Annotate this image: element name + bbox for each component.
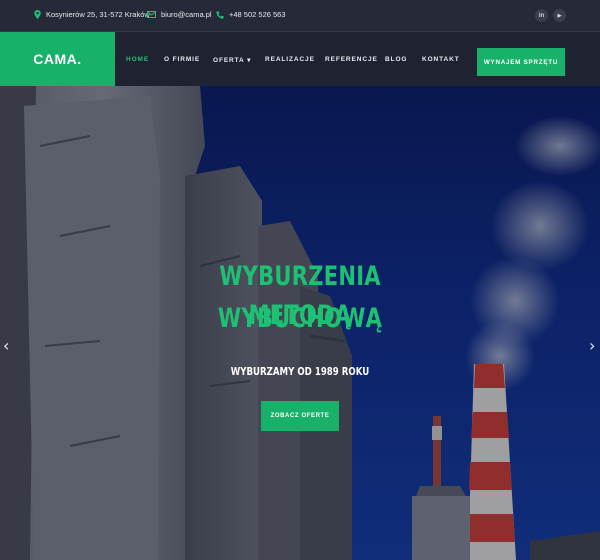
slider-next-arrow-icon[interactable]: › xyxy=(589,336,595,355)
hero-subtitle: WYBURZAMY OD 1989 ROKU xyxy=(230,366,370,378)
address-info: Kosynierów 25, 31-572 Kraków xyxy=(34,10,150,19)
top-bar: Kosynierów 25, 31-572 Kraków biuro@cama.… xyxy=(0,0,600,32)
address-text: Kosynierów 25, 31-572 Kraków xyxy=(46,10,150,19)
email-info[interactable]: biuro@cama.pl xyxy=(147,10,212,19)
main-navigation: CAMA. HOME O FIRMIE OFERTA ▾ REALIZACJE … xyxy=(0,32,600,86)
nav-item-realizacje[interactable]: REALIZACJE xyxy=(265,56,315,63)
phone-icon xyxy=(216,10,224,19)
equipment-rental-button[interactable]: WYNAJEM SPRZĘTU xyxy=(477,48,565,76)
location-pin-icon xyxy=(34,10,41,19)
nav-item-o-firmie[interactable]: O FIRMIE xyxy=(164,56,200,63)
youtube-icon[interactable]: ▶ xyxy=(553,9,566,22)
hero-slider: WYBURZENIA METODĄ WYBUCHOWĄ WYBURZAMY OD… xyxy=(0,86,600,560)
slider-prev-arrow-icon[interactable]: ‹ xyxy=(3,336,9,355)
hero-title-line-2: WYBUCHOWĄ xyxy=(217,303,383,334)
nav-item-home[interactable]: HOME xyxy=(126,56,149,63)
envelope-icon xyxy=(147,11,156,18)
logo[interactable]: CAMA. xyxy=(0,32,115,86)
nav-item-kontakt[interactable]: KONTAKT xyxy=(422,56,460,63)
nav-item-referencje[interactable]: REFERENCJE xyxy=(325,56,378,63)
phone-info[interactable]: +48 502 526 563 xyxy=(216,10,286,19)
linkedin-icon[interactable]: in xyxy=(535,9,548,22)
view-offer-button[interactable]: ZOBACZ OFERTE xyxy=(261,401,339,431)
nav-item-blog[interactable]: BLOG xyxy=(385,56,407,63)
nav-item-oferta[interactable]: OFERTA ▾ xyxy=(213,56,251,64)
email-text[interactable]: biuro@cama.pl xyxy=(161,10,212,19)
phone-text[interactable]: +48 502 526 563 xyxy=(229,10,286,19)
